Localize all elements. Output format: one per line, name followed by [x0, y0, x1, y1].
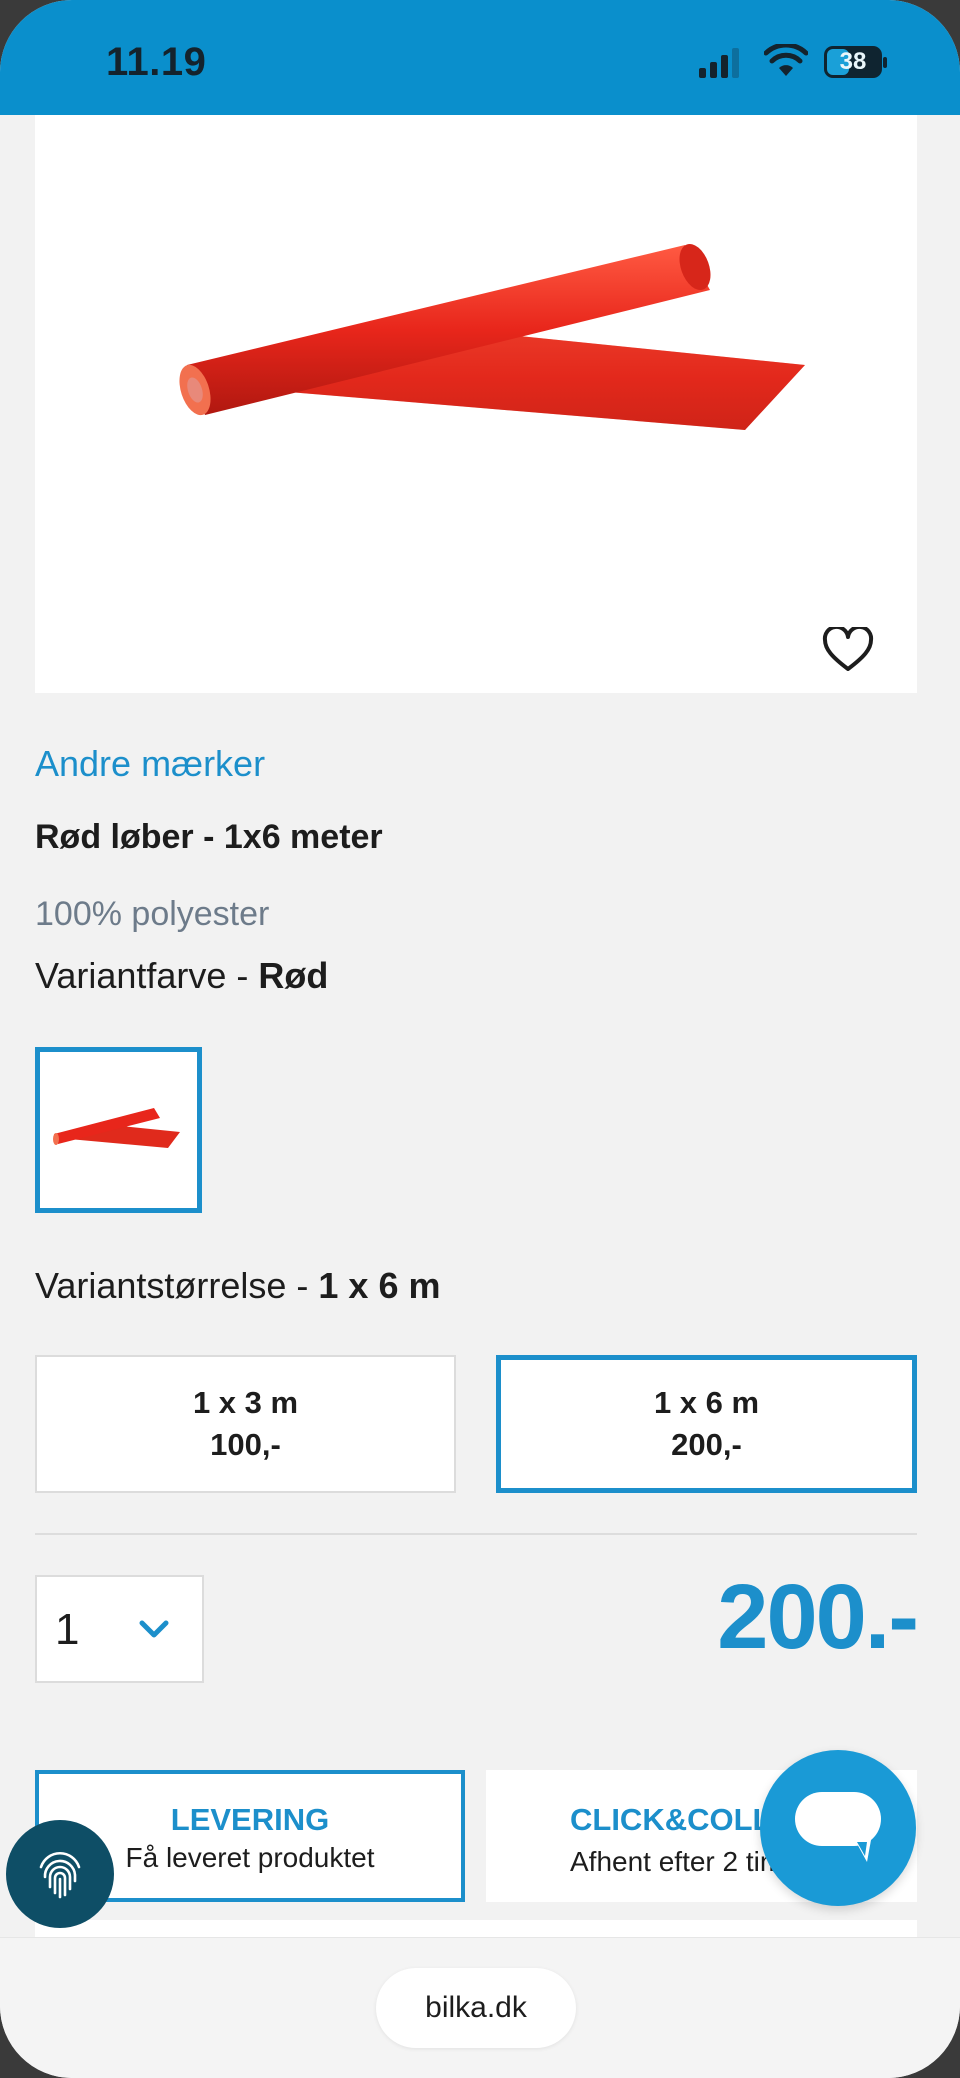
status-bar: 11.19 38: [0, 0, 960, 115]
size-option-1x6[interactable]: 1 x 6 m 200,-: [496, 1355, 917, 1493]
size-option-size: 1 x 3 m: [192, 1385, 299, 1420]
product-price: 200.-: [717, 1566, 919, 1668]
chat-bubble-icon: [795, 1792, 881, 1862]
size-option-1x3[interactable]: 1 x 3 m 100,-: [35, 1355, 456, 1493]
red-carpet-image: [179, 243, 805, 430]
brand-link[interactable]: Andre mærker: [35, 743, 265, 785]
battery-level: 38: [839, 48, 867, 75]
delivery-title: LEVERING: [170, 1802, 330, 1837]
variant-size-value: 1 x 6 m: [318, 1265, 441, 1306]
color-swatch-red[interactable]: [35, 1047, 202, 1213]
size-option-size: 1 x 6 m: [653, 1385, 760, 1420]
url-bar[interactable]: bilka.dk: [376, 1968, 576, 2048]
size-option-price: 200,-: [671, 1427, 742, 1462]
variant-color: Variantfarve - Rød: [35, 955, 328, 997]
variant-color-label: Variantfarve -: [35, 955, 259, 996]
quantity-value: 1: [55, 1605, 80, 1654]
product-material: 100% polyester: [35, 895, 270, 933]
browser-bar: bilka.dk: [0, 1937, 960, 2078]
variant-color-value: Rød: [258, 955, 329, 996]
variant-size: Variantstørrelse - 1 x 6 m: [35, 1265, 441, 1307]
quantity-select[interactable]: 1: [35, 1575, 204, 1683]
fingerprint-icon: [39, 1851, 81, 1899]
product-image[interactable]: [35, 115, 917, 693]
chat-button[interactable]: [760, 1750, 916, 1906]
chevron-down-icon: [139, 1620, 169, 1638]
fingerprint-button[interactable]: [6, 1820, 114, 1928]
size-option-price: 100,-: [210, 1427, 281, 1462]
signal-icon: [699, 48, 739, 78]
battery-icon: 38: [824, 46, 888, 78]
status-time: 11.19: [106, 40, 207, 84]
divider: [35, 1533, 917, 1535]
red-carpet-thumbnail: [53, 1108, 180, 1148]
phone-screen: 11.19 38 Andre mærker Rød løber - 1x6 me…: [0, 0, 960, 2078]
heart-icon: [822, 627, 874, 671]
variant-size-label: Variantstørrelse -: [35, 1265, 319, 1306]
product-title: Rød løber - 1x6 meter: [35, 818, 383, 856]
favorite-button[interactable]: [783, 615, 913, 685]
wifi-icon: [764, 44, 808, 76]
